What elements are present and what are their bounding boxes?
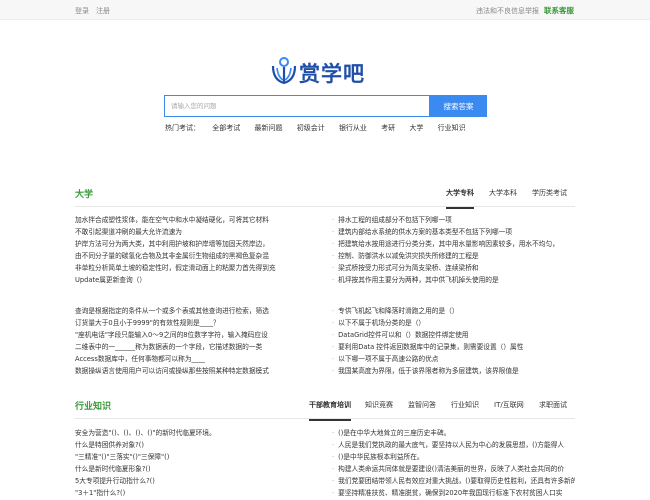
tab-undergraduate[interactable]: 大学本科 — [489, 188, 517, 207]
university-section-header: 大学 大学专科 大学本科 学历类考试 — [75, 181, 575, 209]
top-bar: 登录 注册 违法和不良信息举报 联系客服 — [0, 0, 650, 20]
tab-knowledge-contest[interactable]: 知识竞赛 — [365, 400, 393, 419]
list-item[interactable]: 非单粒分析简单土坡的稳定性时，假定滑动面上的粘聚力首先得到充 — [75, 262, 315, 274]
list-item[interactable]: 机坪按其作用主要分为两种，其中供飞机掉头使用的是 — [332, 274, 575, 286]
tab-it-internet[interactable]: IT/互联网 — [494, 400, 524, 419]
list-item[interactable]: 5大专项提升行动指什么?() — [75, 475, 315, 487]
university-right-list-2: 专供飞机起飞和降落时滑跑之用的是（） 以下不属于机场分类的是（） DataGri… — [332, 305, 575, 378]
tab-junior-college[interactable]: 大学专科 — [446, 188, 474, 209]
report-link[interactable]: 违法和不良信息举报 — [476, 6, 539, 16]
list-item[interactable]: 把建筑给水按用途进行分类分类，其中用水量影响因素较多，用水不均匀， — [332, 238, 575, 250]
tab-industry-knowledge[interactable]: 行业知识 — [451, 400, 479, 419]
list-item[interactable]: 专供飞机起飞和降落时滑跑之用的是（） — [332, 305, 575, 317]
site-logo[interactable]: 赏学吧 — [271, 56, 381, 86]
list-item[interactable]: 建筑内部给水系统的供水方案的基本类型不包括下列哪一项 — [332, 226, 575, 238]
list-item[interactable]: 以下哪一项不属于高速公路的优点 — [332, 353, 575, 365]
list-item[interactable]: 要坚持精准扶贫、精准脱贫，确保到2020年我国现行标准下农村贫困人口实 — [332, 487, 575, 499]
list-item[interactable]: ()是中华民族根本利益所在。 — [332, 451, 575, 463]
list-item[interactable]: 什么是新时代临夏形象?() — [75, 463, 315, 475]
list-item[interactable]: "3＋1"指什么?() — [75, 487, 315, 499]
hot-tag-kaoyan[interactable]: 考研 — [381, 124, 395, 132]
list-item[interactable]: 二维表中的一______称为数据表的一个字段，它描述数据的一类 — [75, 341, 315, 353]
list-item[interactable]: DataGrid控件可以和（）数据控件绑定使用 — [332, 329, 575, 341]
hot-exams-bar: 热门考试： 全部考试 最新问题 初级会计 银行从业 考研 大学 行业知识 — [165, 123, 478, 135]
list-item[interactable]: 控制、防御洪水以减免洪灾损失所修建的工程是 — [332, 250, 575, 262]
university-left-list-2: 查询是根据指定的条件从一个或多个表或其他查询进行检索，筛选 订货量大于0且小于9… — [75, 305, 315, 378]
hot-exams-label: 热门考试： — [165, 124, 200, 132]
list-item[interactable]: ()是在中华大地耸立的三座历史丰碑。 — [332, 427, 575, 439]
list-item[interactable]: 什么是特困供养对象?() — [75, 439, 315, 451]
list-item[interactable]: 排水工程的组成部分不包括下列哪一项 — [332, 214, 575, 226]
industry-right-list: ()是在中华大地耸立的三座历史丰碑。 人民是我们党执政的最大底气，要坚持以人民为… — [332, 427, 575, 500]
logo-text: 赏学吧 — [299, 62, 365, 86]
register-link[interactable]: 注册 — [96, 6, 110, 16]
list-item[interactable]: 人民是我们党执政的最大底气，要坚持以人民为中心的发展思想，()方能得人 — [332, 439, 575, 451]
list-item[interactable]: 我们党要团结带领人民有效应对重大挑战，()要取得历史性胜利，还具有许多新的历史特… — [332, 475, 575, 487]
hot-tag-banking[interactable]: 银行从业 — [339, 124, 367, 132]
list-item[interactable]: 要利用Data 控件返回数据库中的记录集，则需要设置（）属性 — [332, 341, 575, 353]
list-item[interactable]: 数据操纵语言使用用户可以访问或操纵那些按照某种特定数据模式 — [75, 365, 315, 377]
tab-job-interview[interactable]: 求职面试 — [539, 400, 567, 419]
list-item[interactable]: 不敢引起渠道冲刷的最大允许流速为 — [75, 226, 315, 238]
university-section-title: 大学 — [75, 190, 94, 200]
tab-cadre-training[interactable]: 干部教育培训 — [309, 400, 351, 421]
list-item[interactable]: "座机电话"字段只能输入0～9之间的8位数字字符，输入掩码应设 — [75, 329, 315, 341]
list-item[interactable]: 以下不属于机场分类的是（） — [332, 317, 575, 329]
list-item[interactable]: "三精准"()"三落实"()"三保障"() — [75, 451, 315, 463]
list-item[interactable]: Access数据库中，任何事物都可以称为____ — [75, 353, 315, 365]
list-item[interactable]: 加水拌合成塑性浆体，能在空气中和水中凝结硬化，可将其它材料 — [75, 214, 315, 226]
industry-left-list: 安全为营造"()、()、()、()"的新时代临夏环境。 什么是特困供养对象?()… — [75, 427, 315, 500]
list-item[interactable]: 护岸方法可分为两大类，其中利用护坡和护岸墙等加固天然岸边， — [75, 238, 315, 250]
contact-service-link[interactable]: 联系客服 — [544, 5, 574, 16]
hot-tag-junior-accounting[interactable]: 初级会计 — [297, 124, 325, 132]
hot-tag-industry[interactable]: 行业知识 — [438, 124, 466, 132]
industry-section-header: 行业知识 干部教育培训 知识竞赛 监智问答 行业知识 IT/互联网 求职面试 — [75, 393, 575, 421]
hot-tag-all[interactable]: 全部考试 — [212, 124, 240, 132]
search-input[interactable] — [164, 95, 430, 117]
university-right-list-1: 排水工程的组成部分不包括下列哪一项 建筑内部给水系统的供水方案的基本类型不包括下… — [332, 214, 575, 287]
list-item[interactable]: 查询是根据指定的条件从一个或多个表或其他查询进行检索，筛选 — [75, 305, 315, 317]
list-item[interactable]: 梁式桥按受力形式可分为简支梁桥、连续梁桥和 — [332, 262, 575, 274]
industry-section-title: 行业知识 — [75, 402, 112, 412]
university-left-list-1: 加水拌合成塑性浆体，能在空气中和水中凝结硬化，可将其它材料 不敢引起渠道冲刷的最… — [75, 214, 315, 287]
tab-supervision-qa[interactable]: 监智问答 — [408, 400, 436, 419]
list-item[interactable]: 由不同分子量的碳氢化合物及其非金属衍生物组成的黑褐色复杂混 — [75, 250, 315, 262]
list-item[interactable]: 我国某高度为界限，低于该界限者称为多层建筑，该界限值是 — [332, 365, 575, 377]
list-item[interactable]: Update属更新查询（） — [75, 274, 315, 286]
list-item[interactable]: 订货量大于0且小于9999"的有效性规则是____？ — [75, 317, 315, 329]
list-item[interactable]: 安全为营造"()、()、()、()"的新时代临夏环境。 — [75, 427, 315, 439]
list-item[interactable]: 构建人类命运共同体就是要建设()清洁美丽的世界，反映了人类社会共同的价 — [332, 463, 575, 475]
hot-tag-latest[interactable]: 最新问题 — [254, 124, 282, 132]
book-person-logo-icon — [271, 57, 297, 85]
hot-tag-university[interactable]: 大学 — [409, 124, 423, 132]
login-link[interactable]: 登录 — [75, 6, 89, 16]
search-button[interactable]: 搜索答案 — [430, 95, 487, 117]
tab-degree-exam[interactable]: 学历类考试 — [532, 188, 567, 207]
